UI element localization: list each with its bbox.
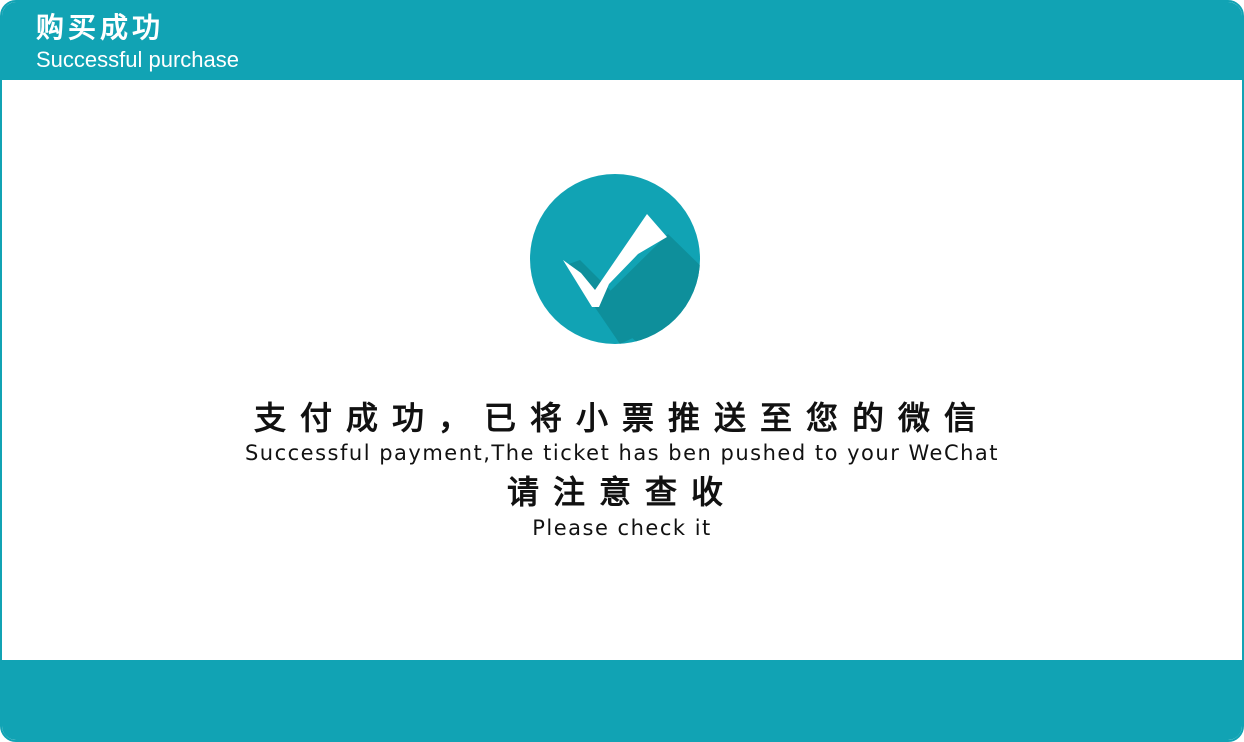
page-title-cn: 购买成功: [36, 11, 165, 44]
check-notice-cn: 请注意查收: [506, 473, 737, 511]
payment-success-message-en: Successful payment,The ticket has ben pu…: [244, 441, 1000, 465]
page-title-en: Successful purchase: [36, 47, 239, 72]
footer-bar: [2, 660, 1242, 740]
payment-success-message-cn: 支付成功，已将小票推送至您的微信: [253, 399, 990, 437]
header-bar: 购买成功 Successful purchase: [2, 2, 1242, 80]
success-content: 支付成功，已将小票推送至您的微信 Successful payment,The …: [2, 80, 1242, 662]
success-checkmark-icon: [530, 174, 700, 344]
check-notice-en: Please check it: [532, 516, 712, 540]
purchase-success-window: 购买成功 Successful purchase 支付成功，已将小票推送至您的微…: [0, 0, 1244, 742]
